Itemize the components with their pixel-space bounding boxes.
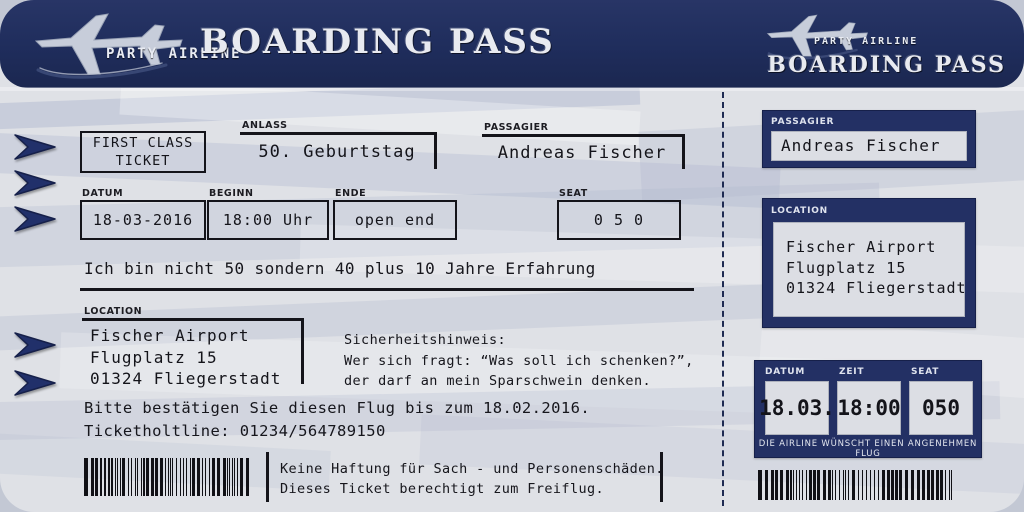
page-title: BOARDING PASS: [200, 22, 555, 62]
field-location[interactable]: Fischer Airport Flugplatz 15 01324 Flieg…: [82, 318, 304, 388]
boarding-pass-ticket: PARTY AIRLINE BOARDING PASS PARTY AIRLIN…: [0, 0, 1024, 512]
disclaimer-text: Keine Haftung für Sach - und Personensch…: [280, 461, 664, 498]
stub-field-passagier[interactable]: Andreas Fischer: [771, 131, 967, 161]
stub-passagier-panel: PASSAGIER Andreas Fischer: [762, 110, 976, 168]
ticket-paper: PARTY AIRLINE BOARDING PASS PARTY AIRLIN…: [0, 0, 1024, 512]
field-label-seat: SEAT: [559, 188, 588, 199]
field-label-anlass: ANLASS: [242, 120, 288, 131]
slogan-text: Ich bin nicht 50 sondern 40 plus 10 Jahr…: [84, 259, 596, 278]
stub-barcode: [758, 470, 954, 500]
brand-name: PARTY AIRLINE: [814, 36, 919, 47]
field-beginn[interactable]: 18:00 Uhr: [207, 200, 329, 240]
field-anlass[interactable]: 50. Geburtstag: [240, 132, 437, 169]
confirm-line: Bitte bestätigen Sie diesen Flug bis zum…: [84, 399, 591, 417]
chevron-right-icon: [12, 168, 58, 198]
field-label-location: LOCATION: [84, 306, 143, 317]
field-passagier[interactable]: Andreas Fischer: [482, 134, 685, 169]
field-seat[interactable]: 0 5 0: [557, 200, 681, 240]
stub-label-passagier: PASSAGIER: [771, 117, 835, 127]
chevron-right-icon: [12, 330, 58, 360]
field-label-beginn: BEGINN: [209, 188, 254, 199]
stub-footer-text: DIE AIRLINE WÜNSCHT EINEN ANGENEHMEN FLU…: [758, 439, 978, 459]
chevron-right-icon: [12, 204, 58, 234]
stub-label-location: LOCATION: [771, 206, 829, 216]
class-ticket-box: FIRST CLASS TICKET: [80, 131, 206, 173]
barcode: [84, 458, 252, 496]
stub-details-panel: DATUM 18.03. ZEIT 18:00 SEAT 050 DIE AIR…: [754, 360, 982, 459]
field-label-passagier: PASSAGIER: [484, 122, 549, 133]
header-right: PARTY AIRLINE BOARDING PASS: [752, 8, 1014, 86]
stub-field-datum[interactable]: 18.03.: [759, 381, 835, 435]
stub-field-seat[interactable]: 050: [909, 381, 973, 435]
stub-label-datum: DATUM: [765, 367, 806, 377]
stub-location-panel: LOCATION Fischer Airport Flugplatz 15 01…: [762, 198, 976, 328]
field-datum[interactable]: 18-03-2016: [80, 200, 206, 240]
field-label-datum: DATUM: [82, 188, 124, 199]
stub-title: BOARDING PASS: [767, 52, 1006, 78]
field-label-ende: ENDE: [335, 188, 367, 199]
stub-label-zeit: ZEIT: [839, 367, 865, 377]
perforation-line: [722, 92, 724, 506]
hotline-line: Ticketholtline: 01234/564789150: [84, 422, 386, 440]
divider: [80, 288, 694, 291]
chevron-right-icon: [12, 368, 58, 398]
stub-label-seat: SEAT: [911, 367, 940, 377]
stub-field-zeit[interactable]: 18:00: [837, 381, 901, 435]
chevron-right-icon: [12, 132, 58, 162]
header-bar: PARTY AIRLINE BOARDING PASS PARTY AIRLIN…: [0, 0, 1024, 91]
security-note: Sicherheitshinweis: Wer sich fragt: “Was…: [344, 332, 694, 390]
divider: [266, 452, 269, 502]
stub-field-location[interactable]: Fischer Airport Flugplatz 15 01324 Flieg…: [773, 222, 966, 317]
field-ende[interactable]: open end: [333, 200, 457, 240]
